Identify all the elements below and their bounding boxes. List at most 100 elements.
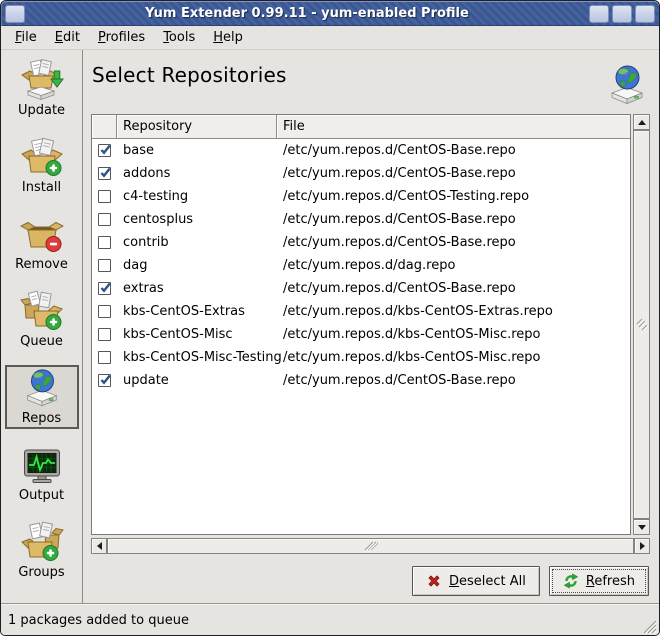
repo-checkbox[interactable] [98,282,111,295]
menu-edit[interactable]: Edit [46,27,89,48]
repo-file: /etc/yum.repos.d/dag.repo [277,258,630,273]
minimize-button[interactable] [589,5,609,23]
repo-name: c4-testing [117,189,277,204]
scroll-down-button[interactable] [633,519,650,535]
arrow-down-icon [638,525,646,530]
sidebar-item-label: Groups [18,565,64,581]
repo-checkbox[interactable] [98,305,111,318]
box-remove-icon [20,213,64,257]
repo-name: kbs-CentOS-Extras [117,304,277,319]
repo-checkbox[interactable] [98,328,111,341]
table-row-update[interactable]: update /etc/yum.repos.d/CentOS-Base.repo [92,369,630,392]
close-button[interactable] [635,5,655,23]
globe-drive-icon [605,63,649,109]
sidebar-item-groups[interactable]: Groups [5,519,79,583]
window-title: Yum Extender 0.99.11 - yum-enabled Profi… [28,6,586,21]
box-install-icon [20,136,64,180]
sidebar-item-label: Update [18,103,65,119]
horizontal-scrollbar-thumb[interactable] [107,538,634,554]
arrow-right-icon [640,542,645,550]
menu-tools[interactable]: Tools [154,27,204,48]
sidebar-item-remove[interactable]: Remove [5,211,79,275]
sidebar: Update Install Remove [1,50,83,603]
repo-name: kbs-CentOS-Misc [117,327,277,342]
table-row-centosplus[interactable]: centosplus /etc/yum.repos.d/CentOS-Base.… [92,208,630,231]
repo-checkbox[interactable] [98,213,111,226]
menubar: File Edit Profiles Tools Help [1,26,659,50]
sidebar-item-update[interactable]: Update [5,57,79,121]
boxes-groups-icon [20,521,64,565]
column-header-repository[interactable]: Repository [117,115,277,139]
table-row-c4-testing[interactable]: c4-testing /etc/yum.repos.d/CentOS-Testi… [92,185,630,208]
refresh-button[interactable]: Refresh [549,566,649,596]
repo-file: /etc/yum.repos.d/CentOS-Testing.repo [277,189,630,204]
repo-checkbox[interactable] [98,351,111,364]
vertical-scrollbar [633,114,650,535]
repo-name: dag [117,258,277,273]
statusbar: 1 packages added to queue [1,603,659,636]
sidebar-item-label: Remove [15,257,68,273]
table-row-dag[interactable]: dag /etc/yum.repos.d/dag.repo [92,254,630,277]
repo-file: /etc/yum.repos.d/CentOS-Base.repo [277,235,630,250]
monitor-output-icon [20,444,64,488]
repo-name: addons [117,166,277,181]
deselect-all-button[interactable]: Deselect All [412,566,540,596]
menu-profiles[interactable]: Profiles [89,27,154,48]
scroll-left-button[interactable] [91,538,107,554]
repo-checkbox[interactable] [98,236,111,249]
repo-file: /etc/yum.repos.d/kbs-CentOS-Misc.repo [277,350,630,365]
repo-checkbox[interactable] [98,259,111,272]
repo-name: centosplus [117,212,277,227]
sidebar-item-install[interactable]: Install [5,134,79,198]
status-text: 1 packages added to queue [8,613,189,628]
arrow-up-icon [638,120,646,125]
repo-name: update [117,373,277,388]
table-row-extras[interactable]: extras /etc/yum.repos.d/CentOS-Base.repo [92,277,630,300]
window-menu-button[interactable] [5,5,25,23]
sidebar-item-output[interactable]: Output [5,442,79,506]
repo-file: /etc/yum.repos.d/CentOS-Base.repo [277,212,630,227]
box-update-icon [20,59,64,103]
sidebar-item-label: Install [22,180,61,196]
menu-file[interactable]: File [6,27,46,48]
red-x-icon [426,573,442,589]
titlebar[interactable]: Yum Extender 0.99.11 - yum-enabled Profi… [1,1,659,26]
boxes-queue-icon [20,290,64,334]
page-title: Select Repositories [92,63,287,87]
resize-grip[interactable] [642,619,657,634]
sidebar-item-repos[interactable]: Repos [5,365,79,429]
column-header-checkbox[interactable] [92,115,117,139]
thumb-grip-icon [364,540,378,552]
table-row-kbs-centos-misc[interactable]: kbs-CentOS-Misc /etc/yum.repos.d/kbs-Cen… [92,323,630,346]
repo-checkbox[interactable] [98,167,111,180]
repo-name: contrib [117,235,277,250]
repo-checkbox[interactable] [98,190,111,203]
repo-checkbox[interactable] [98,144,111,157]
repo-name: base [117,143,277,158]
column-header-file[interactable]: File [277,115,630,139]
horizontal-scrollbar [91,538,650,554]
scroll-up-button[interactable] [633,114,650,130]
table-row-addons[interactable]: addons /etc/yum.repos.d/CentOS-Base.repo [92,162,630,185]
repo-file: /etc/yum.repos.d/CentOS-Base.repo [277,281,630,296]
refresh-arrows-icon [563,573,579,589]
globe-drive-icon [20,367,64,411]
sidebar-item-queue[interactable]: Queue [5,288,79,352]
table-row-contrib[interactable]: contrib /etc/yum.repos.d/CentOS-Base.rep… [92,231,630,254]
table-row-base[interactable]: base /etc/yum.repos.d/CentOS-Base.repo [92,139,630,162]
menu-help[interactable]: Help [204,27,252,48]
repo-file: /etc/yum.repos.d/kbs-CentOS-Misc.repo [277,327,630,342]
app-window: Yum Extender 0.99.11 - yum-enabled Profi… [0,0,660,636]
repo-name: kbs-CentOS-Misc-Testing [117,350,277,365]
sidebar-item-label: Repos [22,411,61,427]
thumb-grip-icon [636,318,648,332]
repo-checkbox[interactable] [98,374,111,387]
vertical-scrollbar-thumb[interactable] [633,130,650,519]
maximize-button[interactable] [612,5,632,23]
scroll-right-button[interactable] [634,538,650,554]
main-panel: Select Repositories Repository File [83,50,659,603]
table-row-kbs-centos-extras[interactable]: kbs-CentOS-Extras /etc/yum.repos.d/kbs-C… [92,300,630,323]
repo-name: extras [117,281,277,296]
sidebar-item-label: Queue [20,334,63,350]
table-row-kbs-centos-misc-testing[interactable]: kbs-CentOS-Misc-Testing /etc/yum.repos.d… [92,346,630,369]
